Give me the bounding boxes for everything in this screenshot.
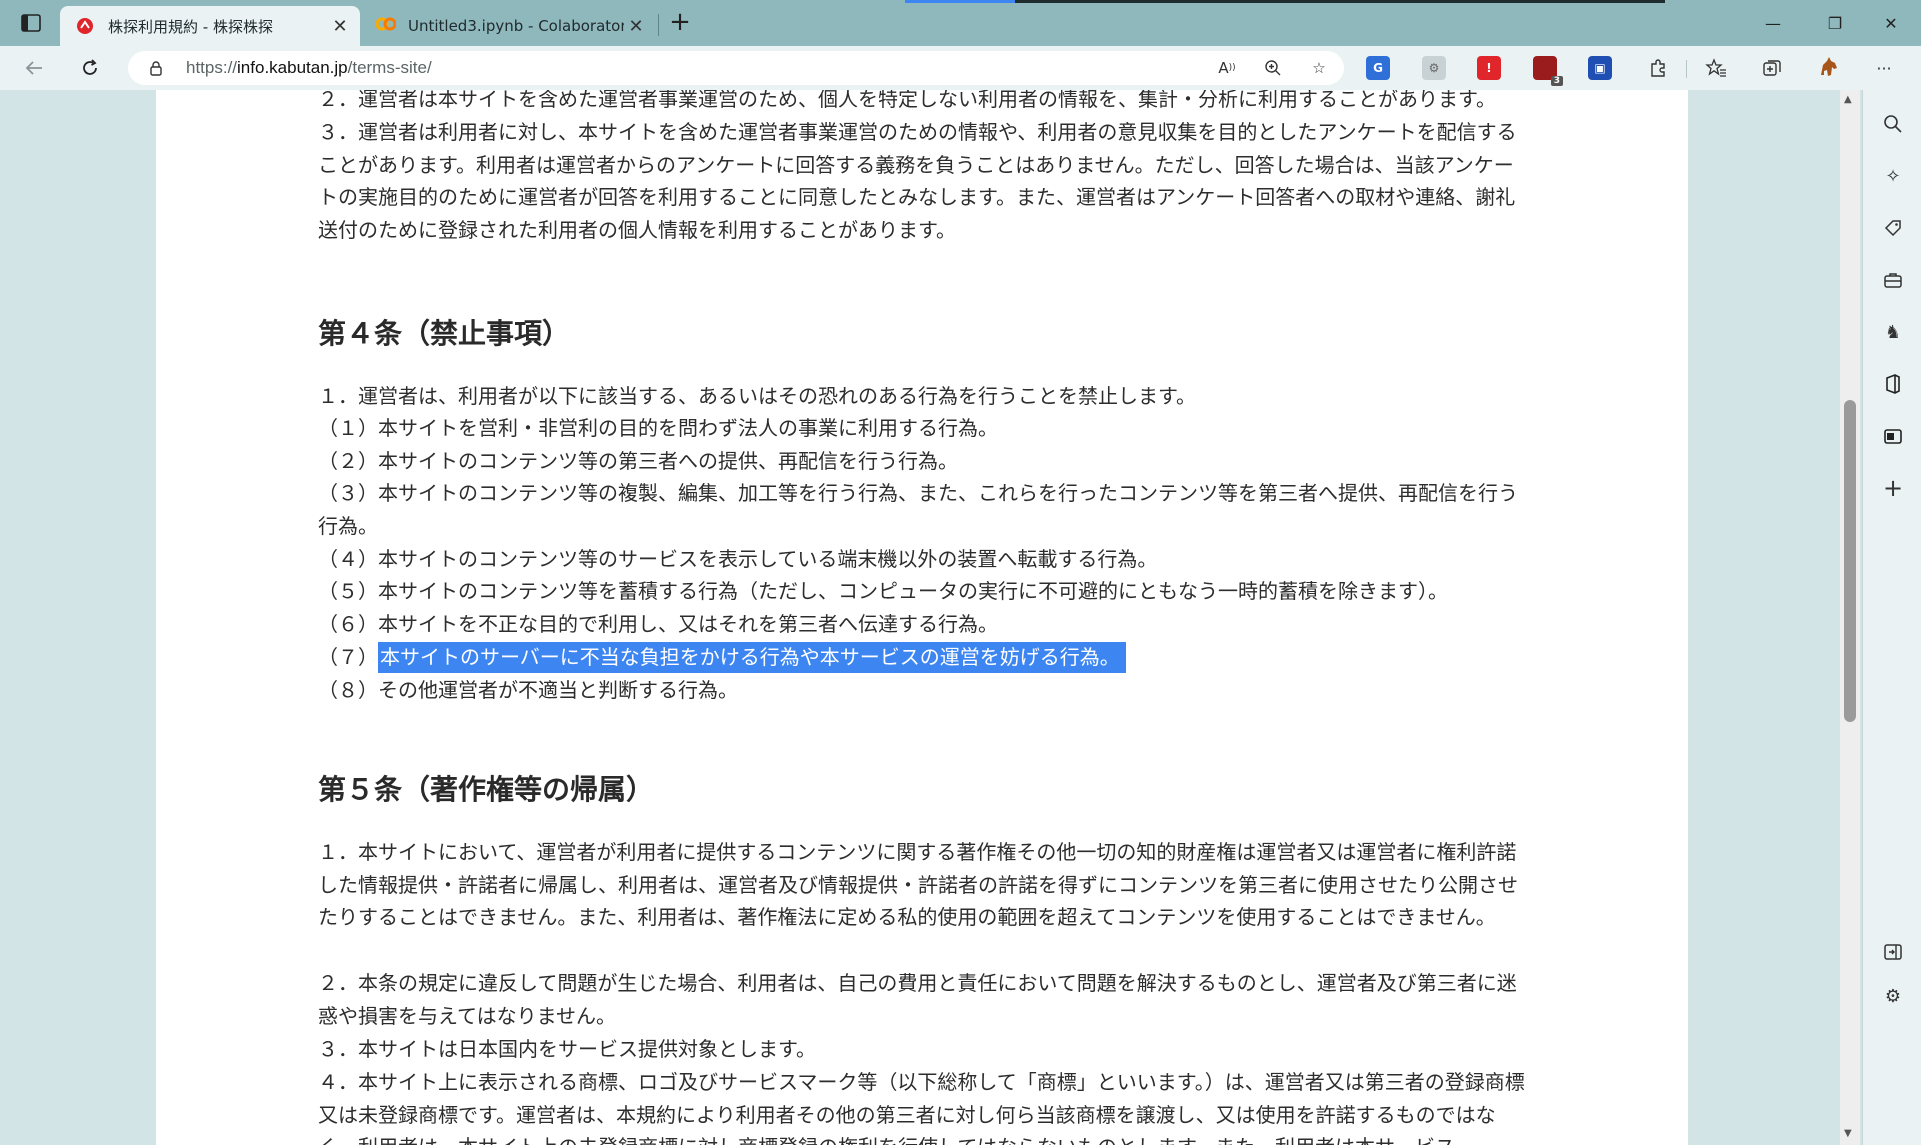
office-icon[interactable] xyxy=(1879,370,1907,398)
lock-icon[interactable] xyxy=(148,60,164,76)
scroll-down-arrow-icon[interactable]: ▼ xyxy=(1844,1128,1852,1139)
copilot-sparkle-icon[interactable]: ✧ xyxy=(1879,162,1907,190)
url-host: info.kabutan.jp xyxy=(237,58,348,77)
list-item: （１）本サイトを営利・非営利の目的を問わず法人の事業に利用する行為。 xyxy=(318,416,998,440)
favorite-star-icon[interactable]: ☆ xyxy=(1306,56,1332,80)
list-item: （３）本サイトのコンテンツ等の複製、編集、加工等を行う行為、また、これらを行った… xyxy=(318,481,1518,538)
tools-briefcase-icon[interactable] xyxy=(1879,266,1907,294)
list-item: （６）本サイトを不正な目的で利用し、又はそれを第三者へ伝達する行為。 xyxy=(318,612,998,636)
close-tab-icon[interactable]: ✕ xyxy=(624,14,648,38)
shopping-tag-icon[interactable] xyxy=(1879,214,1907,242)
window-strip xyxy=(905,0,1015,3)
kabutan-icon xyxy=(76,17,94,35)
restore-button[interactable]: ❐ xyxy=(1812,8,1858,38)
paragraph: ３．運営者は利用者に対し、本サイトを含めた運営者事業運営のための情報や、利用者の… xyxy=(318,120,1517,242)
edge-sidebar: ✧ ♞ + ⚙ xyxy=(1862,90,1921,1145)
url-path: /terms-site/ xyxy=(347,58,432,77)
tab-title: Untitled3.ipynb - Colaboratory xyxy=(408,17,624,35)
colab-icon xyxy=(375,17,397,35)
paragraph: ３．本サイトは日本国内をサービス提供対象とします。 xyxy=(318,1037,816,1061)
tab-colab[interactable]: Untitled3.ipynb - Colaboratory ✕ xyxy=(362,6,656,46)
extension-badge: 3 xyxy=(1550,76,1563,86)
add-sidebar-app-icon[interactable]: + xyxy=(1879,474,1907,502)
scroll-thumb[interactable] xyxy=(1844,400,1856,722)
close-tab-icon[interactable]: ✕ xyxy=(328,14,352,38)
address-toolbar: https://info.kabutan.jp/terms-site/ A)) … xyxy=(0,46,1921,90)
ublock-icon[interactable]: 3 xyxy=(1533,56,1563,86)
zoom-icon[interactable] xyxy=(1260,56,1286,80)
article-heading: 第５条（著作権等の帰属） xyxy=(318,773,655,806)
refresh-icon[interactable] xyxy=(74,53,106,83)
list-item: （８）その他運営者が不適当と判断する行為。 xyxy=(318,678,738,702)
paragraph: １．本サイトにおいて、運営者が利用者に提供するコンテンツに関する著作権その他一切… xyxy=(318,840,1518,930)
list-item: １．運営者は、利用者が以下に該当する、あるいはその恐れのある行為を行うことを禁止… xyxy=(318,384,1196,408)
tab-separator xyxy=(658,14,659,36)
article-heading: 第４条（禁止事項） xyxy=(318,317,571,350)
profile-avatar[interactable] xyxy=(1812,53,1844,83)
minimize-button[interactable]: — xyxy=(1750,8,1796,38)
new-tab-button[interactable]: + xyxy=(664,9,696,37)
list-item: （２）本サイトのコンテンツ等の第三者への提供、再配信を行う行為。 xyxy=(318,449,958,473)
close-window-button[interactable]: ✕ xyxy=(1868,8,1914,38)
extension-blue-icon[interactable]: ▣ xyxy=(1588,56,1612,80)
collections-icon[interactable] xyxy=(1756,53,1788,83)
selected-text[interactable]: 本サイトのサーバーに不当な負担をかける行為や本サービスの運営を妨げる行為。 xyxy=(378,642,1126,673)
games-icon[interactable]: ♞ xyxy=(1879,318,1907,346)
tab-title: 株探利用規約 - 株探株探 xyxy=(108,17,273,36)
outlook-icon[interactable] xyxy=(1879,422,1907,450)
tab-kabutan[interactable]: 株探利用規約 - 株探株探 ✕ xyxy=(60,6,360,46)
hide-sidebar-icon[interactable] xyxy=(1879,938,1907,966)
paragraph: ４．本サイト上に表示される商標、ロゴ及びサービスマーク等（以下総称して「商標」と… xyxy=(318,1070,1525,1145)
scroll-up-arrow-icon[interactable]: ▲ xyxy=(1844,94,1852,105)
tab-actions-icon[interactable] xyxy=(14,9,48,37)
address-bar[interactable]: https://info.kabutan.jp/terms-site/ A)) … xyxy=(128,51,1344,85)
back-icon[interactable] xyxy=(18,53,50,83)
extensions-puzzle-icon[interactable] xyxy=(1642,53,1674,83)
paragraph: ２．運営者は本サイトを含めた運営者事業運営のため、個人を特定しない利用者の情報を… xyxy=(318,90,1496,111)
read-aloud-icon[interactable]: A)) xyxy=(1214,56,1240,80)
window-strip-dark xyxy=(1015,0,1665,3)
translate-extension-icon[interactable]: G xyxy=(1366,56,1390,80)
favorites-icon[interactable] xyxy=(1700,53,1732,83)
list-item-prefix: （７） xyxy=(318,645,378,669)
url-scheme: https:// xyxy=(186,58,238,77)
url-text[interactable]: https://info.kabutan.jp/terms-site/ xyxy=(186,58,432,78)
sidebar-settings-gear-icon[interactable]: ⚙ xyxy=(1879,982,1907,1010)
extension-gear-icon[interactable]: ⚙ xyxy=(1422,56,1446,80)
settings-more-icon[interactable]: ··· xyxy=(1868,53,1900,83)
toolbar-separator xyxy=(1686,60,1687,78)
terms-page: ２．運営者は本サイトを含めた運営者事業運営のため、個人を特定しない利用者の情報を… xyxy=(156,90,1688,1145)
list-item: （４）本サイトのコンテンツ等のサービスを表示している端末機以外の装置へ転載する行… xyxy=(318,547,1158,571)
tab-bar: 株探利用規約 - 株探株探 ✕ Untitled3.ipynb - Colabo… xyxy=(0,0,1921,46)
paragraph: ２．本条の規定に違反して問題が生じた場合、利用者は、自己の費用と責任において問題… xyxy=(318,971,1517,1028)
list-item: （５）本サイトのコンテンツ等を蓄積する行為（ただし、コンピュータの実行に不可避的… xyxy=(318,579,1448,603)
extension-red-icon[interactable]: ! xyxy=(1477,56,1501,80)
page-scrollbar[interactable]: ▲ ▼ xyxy=(1840,90,1860,1145)
list-item-selected[interactable]: （７） 本サイトのサーバーに不当な負担をかける行為や本サービスの運営を妨げる行為。 xyxy=(318,641,1530,674)
search-icon[interactable] xyxy=(1879,110,1907,138)
